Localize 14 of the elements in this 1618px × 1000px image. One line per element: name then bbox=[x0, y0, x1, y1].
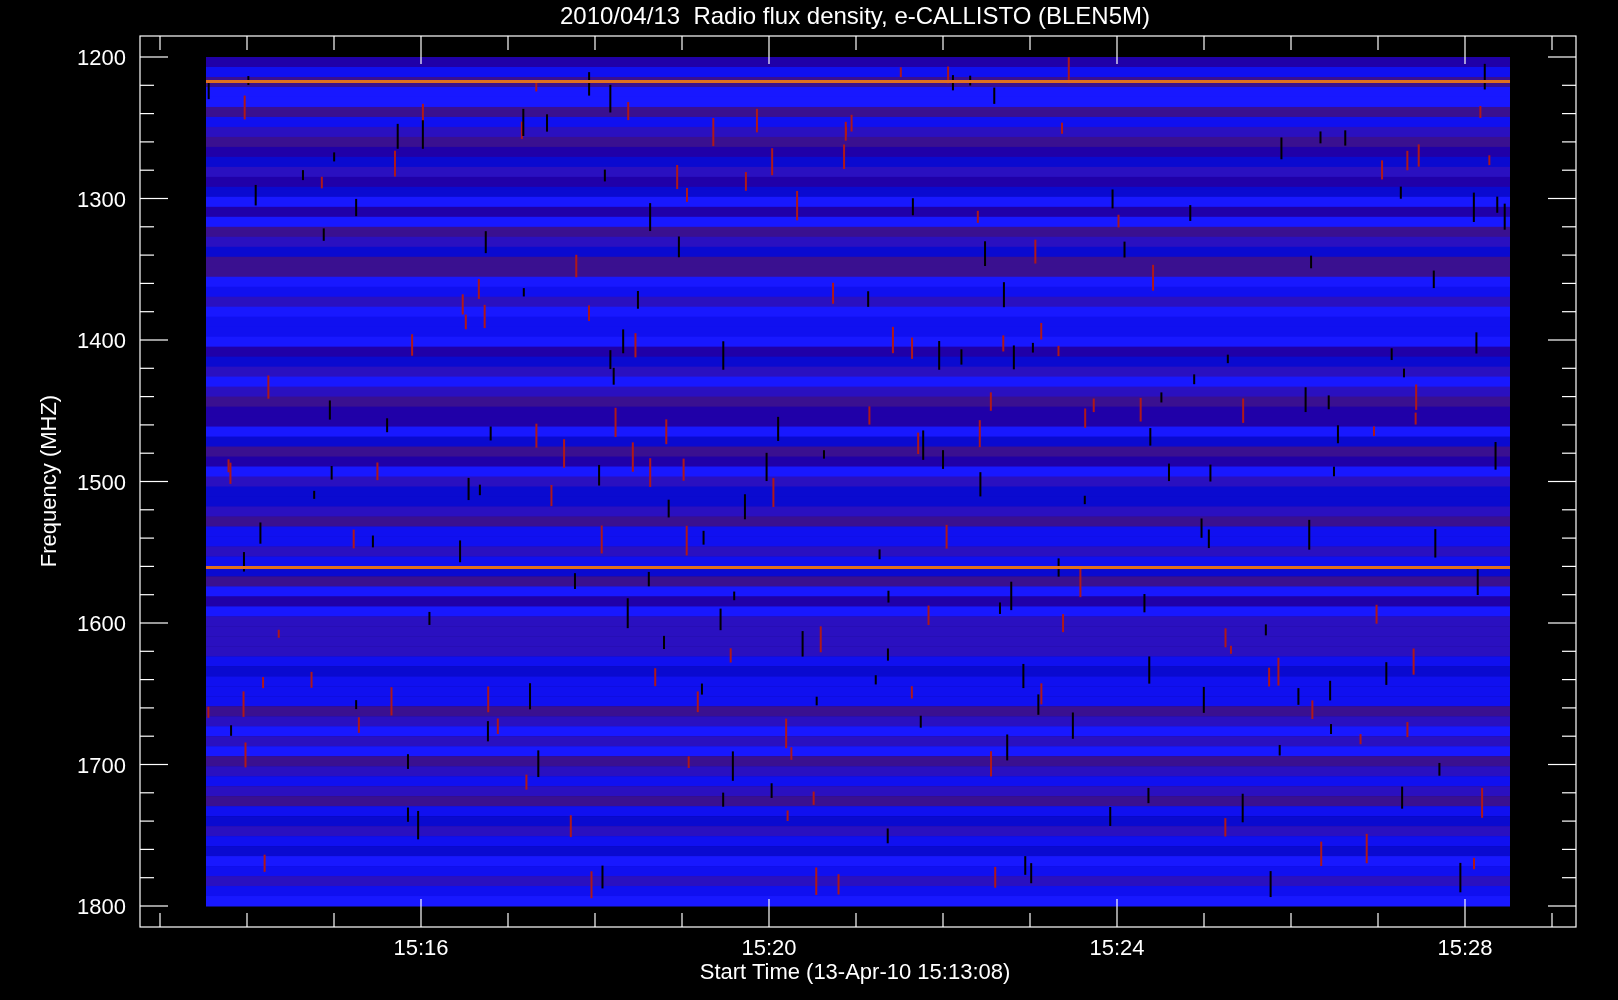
y-tick-label: 1400 bbox=[77, 328, 126, 353]
x-tick-label: 15:20 bbox=[741, 935, 797, 960]
x-tick-label: 15:24 bbox=[1089, 935, 1145, 960]
x-axis-label: Start Time (13-Apr-10 15:13:08) bbox=[699, 959, 1011, 984]
plot-title: 2010/04/13 Radio flux density, e-CALLISTO (BLEN5M) bbox=[559, 2, 1151, 29]
x-tick-label: 15:28 bbox=[1437, 935, 1493, 960]
y-axis-label: Frequency (MHZ) bbox=[36, 394, 61, 568]
y-tick-label: 1700 bbox=[77, 752, 126, 778]
y-tick-label: 1800 bbox=[77, 894, 126, 919]
y-tick-label: 1600 bbox=[77, 611, 126, 636]
y-tick-label: 1500 bbox=[77, 469, 126, 495]
y-tick-label: 1300 bbox=[77, 186, 126, 212]
x-tick-label: 15:16 bbox=[393, 935, 449, 960]
y-tick-label: 1200 bbox=[77, 45, 126, 70]
